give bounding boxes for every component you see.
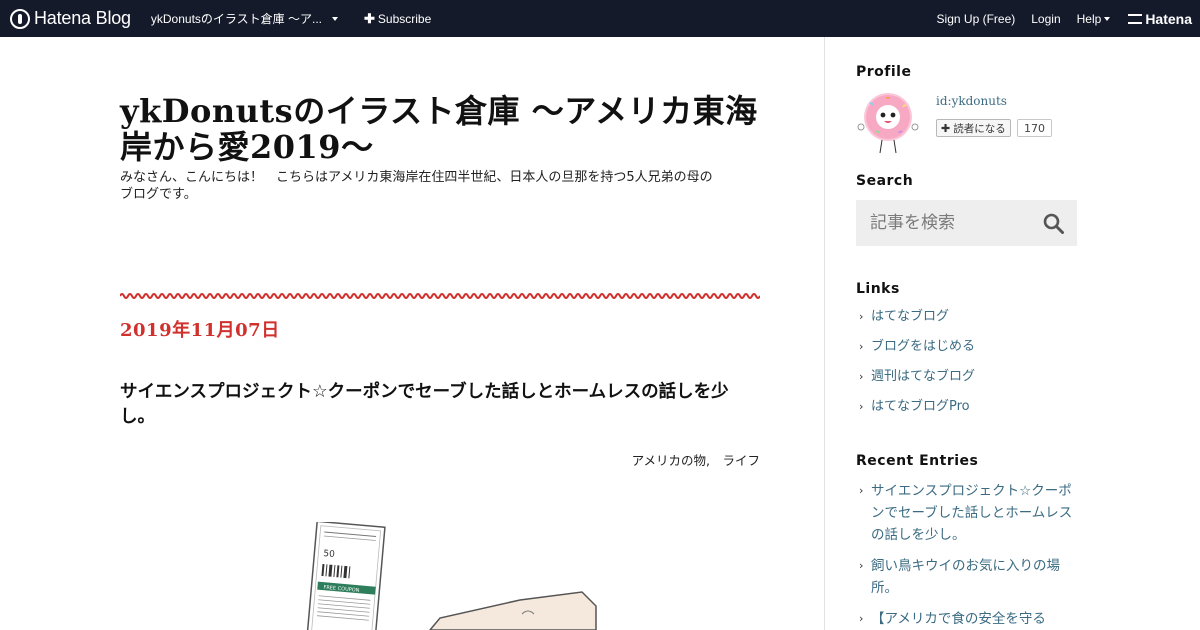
entry-title[interactable]: サイエンスプロジェクト☆クーポンでセーブした話しとホームレスの話しを少し。 xyxy=(120,380,740,430)
chevron-right-icon: › xyxy=(859,340,864,353)
blog-menu-title: ykDonutsのイラスト倉庫 ～ア... xyxy=(150,12,322,26)
chevron-right-icon: › xyxy=(859,484,864,497)
chevron-right-icon: › xyxy=(859,310,864,323)
sidebar-divider xyxy=(824,37,825,630)
plus-icon: ✚ xyxy=(364,10,375,26)
link-label: ブログをはじめる xyxy=(871,339,976,354)
subscribe-button[interactable]: ✚ Subscribe xyxy=(364,11,431,27)
profile-heading: Profile xyxy=(856,64,912,80)
chevron-right-icon: › xyxy=(859,559,864,572)
subscribe-label: Subscribe xyxy=(377,11,432,26)
logo-text: Hatena Blog xyxy=(34,8,131,28)
caret-down-icon xyxy=(1104,16,1111,21)
hatena-logo[interactable]: Hatena xyxy=(1128,11,1192,27)
entry-date[interactable]: 2019年11月07日 xyxy=(120,316,280,342)
chevron-right-icon: › xyxy=(859,400,864,413)
entry-categories[interactable]: アメリカの物, ライフ xyxy=(632,450,760,469)
blog-menu-button[interactable]: ykDonutsのイラスト倉庫 ～ア... xyxy=(151,10,338,27)
help-label: Help xyxy=(1076,11,1102,26)
chevron-right-icon: › xyxy=(859,370,864,383)
links-list: › はてなブログ › ブログをはじめる › 週刊はてなブログ › はてなブログPro xyxy=(856,306,1080,426)
link-label: はてなブログPro xyxy=(871,399,970,414)
search-heading: Search xyxy=(856,173,914,189)
coupon-value: 50 xyxy=(323,549,336,560)
main-content: ykDonutsのイラスト倉庫 ～アメリカ東海岸から愛2019～ みなさん、こん… xyxy=(0,37,824,630)
blog-title[interactable]: ykDonutsのイラスト倉庫 ～アメリカ東海岸から愛2019～ xyxy=(120,93,760,165)
entry-illustration: 50 FREE COUPON xyxy=(305,522,597,630)
subscribe-reader-button[interactable]: ✚ 読者になる xyxy=(936,119,1011,137)
recent-entry-2[interactable]: › 飼い鳥キウイのお気に入りの場所。 xyxy=(856,555,1080,599)
links-heading: Links xyxy=(856,281,900,297)
sidebar-link-weekly[interactable]: › 週刊はてなブログ xyxy=(856,366,1080,388)
signup-link[interactable]: Sign Up (Free) xyxy=(937,12,1016,26)
sidebar: Profile id:ykdonuts ✚ 読者になる 170 Search L… xyxy=(856,37,1080,630)
login-link[interactable]: Login xyxy=(1031,12,1060,26)
recent-entries-list: › サイエンスプロジェクト☆クーポンでセーブした話しとホームレスの話しを少し。 ›… xyxy=(856,480,1080,630)
global-header: Hatena Blog ykDonutsのイラスト倉庫 ～ア... ✚ Subs… xyxy=(0,0,1200,37)
reader-button-label: 読者になる xyxy=(953,122,1006,135)
hatena-mark-icon xyxy=(1128,13,1143,24)
profile-avatar[interactable] xyxy=(856,91,920,155)
reader-count-badge[interactable]: 170 xyxy=(1017,119,1052,137)
hatena-logo-text: Hatena xyxy=(1145,10,1192,27)
wavy-divider xyxy=(120,293,760,299)
help-menu-button[interactable]: Help xyxy=(1077,12,1111,26)
recent-entries-heading: Recent Entries xyxy=(856,453,979,469)
hatena-blog-logo[interactable]: Hatena Blog xyxy=(10,0,131,37)
search-box xyxy=(856,200,1077,246)
header-right-nav: Sign Up (Free) Login Help Hatena xyxy=(921,0,1192,37)
blog-description: みなさん、こんにちは！ こちらはアメリカ東海岸在住四半世紀、日本人の旦那を持つ5… xyxy=(120,170,713,202)
plus-icon: ✚ xyxy=(941,121,951,135)
recent-entry-3[interactable]: › 【アメリカで食の安全を守る xyxy=(856,608,1080,630)
recent-entry-1[interactable]: › サイエンスプロジェクト☆クーポンでセーブした話しとホームレスの話しを少し。 xyxy=(856,480,1080,546)
search-input[interactable] xyxy=(856,200,1036,246)
sidebar-link-hatena-blog[interactable]: › はてなブログ xyxy=(856,306,1080,328)
caret-down-icon xyxy=(332,16,338,21)
link-label: 週刊はてなブログ xyxy=(871,369,976,384)
sidebar-link-start-blog[interactable]: › ブログをはじめる xyxy=(856,336,1080,358)
recent-entry-label: サイエンスプロジェクト☆クーポンでセーブした話しとホームレスの話しを少し。 xyxy=(871,483,1073,543)
sidebar-link-pro[interactable]: › はてなブログPro xyxy=(856,396,1080,418)
search-icon[interactable] xyxy=(1043,213,1064,234)
profile-id-link[interactable]: id:ykdonuts xyxy=(936,94,1007,108)
link-label: はてなブログ xyxy=(871,309,950,324)
chevron-right-icon: › xyxy=(859,612,864,625)
recent-entry-label: 飼い鳥キウイのお気に入りの場所。 xyxy=(871,558,1060,596)
recent-entry-label: 【アメリカで食の安全を守る xyxy=(871,611,1046,627)
hatena-blog-logo-icon xyxy=(10,8,30,29)
